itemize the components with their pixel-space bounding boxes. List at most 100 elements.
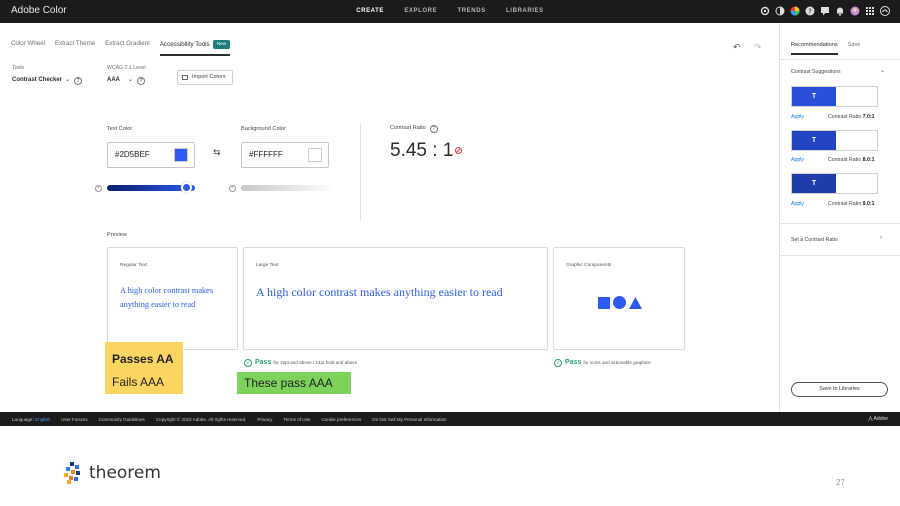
check-icon: ✓ (244, 359, 252, 367)
footer-copyright: Copyright © 2022 Adobe. All rights reser… (155, 417, 247, 422)
notifications-icon[interactable] (835, 6, 845, 16)
close-icon[interactable]: × (229, 185, 236, 192)
text-slider-thumb[interactable] (180, 182, 192, 193)
regular-text-result-callout: Passes AA Fails AAA (105, 342, 183, 394)
tab-accessibility-label: Accessibility Tools (159, 41, 210, 48)
passes-aa-text: Passes AA (112, 352, 174, 366)
tab-accessibility-tools[interactable]: Accessibility Tools New (159, 40, 231, 56)
ratio-value: 9.0:1 (862, 201, 875, 207)
fail-icon (455, 147, 462, 154)
nav-create[interactable]: CREATE (356, 8, 384, 14)
app-grid-icon[interactable] (865, 6, 875, 16)
undo-icon[interactable]: ↶ (733, 42, 741, 53)
text-color-label: Text Color (107, 126, 133, 132)
ratio-label: Contrast Ratio (828, 114, 862, 120)
tools-label: Tools (12, 65, 25, 71)
new-badge: New (212, 40, 231, 49)
import-colors-button[interactable]: Import Colors (177, 70, 233, 85)
text-color-input[interactable]: #2D5BEF (107, 142, 195, 168)
tab-color-wheel[interactable]: Color Wheel (11, 40, 45, 56)
nav-explore[interactable]: EXPLORE (404, 8, 437, 14)
panel-tabs: Recommendations Save (791, 42, 860, 55)
cloud-icon[interactable] (880, 6, 890, 16)
apply-link[interactable]: Apply (791, 114, 804, 120)
footer-link-terms[interactable]: Terms of Use (283, 417, 310, 422)
footer-link-privacy[interactable]: Privacy (257, 417, 272, 422)
background-color-input[interactable]: #FFFFFF (241, 142, 329, 168)
chevron-down-icon: ⌄ (128, 77, 134, 83)
help-icon[interactable]: ? (805, 6, 815, 16)
preview-card-graphics: Graphic Components (553, 247, 685, 350)
ratio-label: Contrast Ratio (828, 201, 862, 207)
avatar-icon[interactable] (850, 6, 860, 16)
suggestion-swatch[interactable]: T (791, 130, 878, 151)
theme-toggle-icon[interactable] (775, 6, 785, 16)
swap-colors-icon[interactable]: ⇆ (213, 147, 221, 158)
background-lightness-slider[interactable] (241, 185, 337, 191)
footer-link-do-not-sell[interactable]: Do Not Sell My Personal Information (372, 417, 446, 422)
tab-extract-gradient[interactable]: Extract Gradient (105, 40, 150, 56)
suggestion-text-sample: T (792, 87, 836, 106)
set-contrast-ratio[interactable]: Set a Contrast Ratio (791, 237, 838, 243)
suggestion-swatch[interactable]: T (791, 173, 878, 194)
background-color-swatch[interactable] (308, 148, 322, 162)
suggestion-text-sample: T (792, 131, 836, 150)
wcag-select[interactable]: AAA ⌄? (107, 76, 146, 85)
footer-link-guidelines[interactable]: Community Guidelines (99, 417, 145, 422)
apply-link[interactable]: Apply (791, 201, 804, 207)
footer-link-forums[interactable]: User Forums (61, 417, 88, 422)
settings-icon[interactable] (760, 6, 770, 16)
tool-tabs: Color Wheel Extract Theme Extract Gradie… (11, 40, 231, 56)
text-color-swatch[interactable] (174, 148, 188, 162)
nav-libraries[interactable]: LIBRARIES (506, 8, 544, 14)
divider (360, 123, 361, 221)
chevron-down-icon: ⌄ (65, 77, 71, 83)
large-text-result: ✓ Pass for 18pt and above / 14pt bold and … (244, 359, 357, 367)
large-text-sample: A high color contrast makes anything eas… (256, 285, 503, 299)
adobe-brand-text: Adobe (873, 416, 888, 422)
pass-aaa-callout: These pass AAA (237, 372, 351, 394)
feedback-icon[interactable] (820, 6, 830, 16)
theorem-logo: theorem (62, 462, 161, 484)
save-to-libraries-button[interactable]: Save to Libraries (791, 382, 888, 397)
help-icon[interactable]: ? (429, 125, 438, 133)
help-icon[interactable]: ? (74, 77, 83, 85)
ratio-label: Contrast Ratio (828, 157, 862, 163)
preview-card-regular: Regular Text A high color contrast makes… (107, 247, 238, 350)
close-icon[interactable]: × (95, 185, 102, 192)
pass-aaa-text: These pass AAA (244, 376, 333, 390)
ratio-value: 7.0:1 (862, 114, 875, 120)
footer: Language: English User Forums Community … (0, 412, 900, 426)
redo-icon[interactable]: ↷ (754, 42, 762, 53)
background-color-label: Background Color (241, 126, 286, 132)
color-wheel-icon[interactable] (790, 6, 800, 16)
chevron-down-icon[interactable]: ⌄ (880, 67, 885, 74)
tab-save[interactable]: Save (848, 42, 861, 55)
tools-select[interactable]: Contrast Checker ⌄? (12, 76, 83, 85)
wcag-label: WCAG 2.1 Level (107, 65, 146, 71)
top-icons: ? (760, 6, 890, 16)
svg-text:?: ? (808, 8, 812, 16)
divider (780, 255, 900, 256)
suggestion-swatch[interactable]: T (791, 86, 878, 107)
card-title: Graphic Components (566, 263, 612, 268)
top-bar: Adobe Color CREATE EXPLORE TRENDS LIBRAR… (0, 0, 900, 23)
apply-link[interactable]: Apply (791, 157, 804, 163)
divider (780, 223, 900, 224)
help-icon[interactable]: ? (137, 77, 146, 85)
tab-recommendations[interactable]: Recommendations (791, 42, 838, 55)
nav-trends[interactable]: TRENDS (457, 8, 485, 14)
triangle-icon (629, 296, 642, 309)
suggestion-ratio: Contrast Ratio 7.0:1 (828, 114, 874, 120)
ratio-value: 8.0:1 (862, 157, 875, 163)
suggestion-ratio: Contrast Ratio 9.0:1 (828, 201, 874, 207)
language-selector[interactable]: Language: English (12, 417, 50, 422)
footer-link-cookies[interactable]: Cookie preferences (321, 417, 361, 422)
chevron-right-icon[interactable]: › (880, 235, 882, 241)
suggestion-ratio: Contrast Ratio 8.0:1 (828, 157, 874, 163)
card-title: Large Text (256, 263, 279, 268)
suggestion-text-sample: T (792, 174, 836, 193)
graphic-shapes (598, 296, 642, 309)
preview-card-large: Large Text A high color contrast makes a… (243, 247, 548, 350)
tab-extract-theme[interactable]: Extract Theme (55, 40, 95, 56)
